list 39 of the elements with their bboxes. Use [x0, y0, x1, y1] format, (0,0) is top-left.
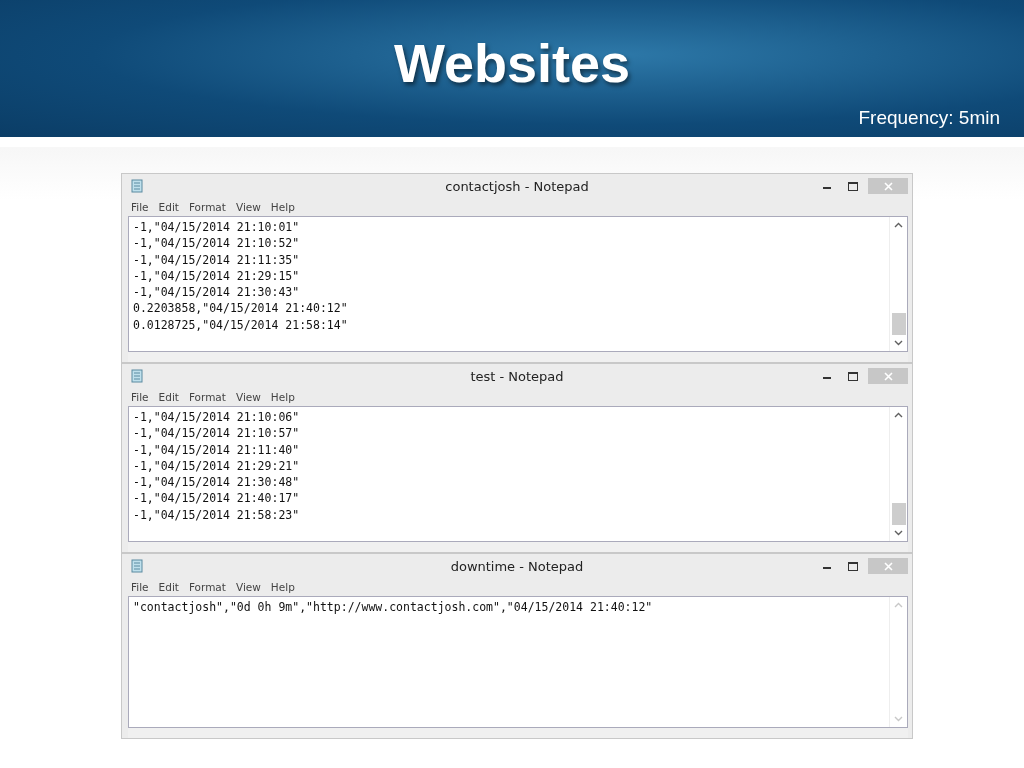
horizontal-scrollbar[interactable]: [128, 728, 908, 738]
window-title: test - Notepad: [470, 368, 564, 384]
vertical-scrollbar[interactable]: [889, 407, 907, 541]
menu-item[interactable]: File: [126, 581, 154, 593]
menu-item[interactable]: Help: [265, 391, 300, 403]
menu-item[interactable]: Format: [183, 201, 231, 213]
notepad-icon: [130, 559, 144, 573]
menu-item[interactable]: View: [230, 201, 266, 213]
menu-item[interactable]: View: [230, 391, 266, 403]
menu-item[interactable]: Format: [183, 581, 231, 593]
scroll-thumb[interactable]: [891, 503, 906, 525]
menu-item[interactable]: File: [126, 201, 154, 213]
maximize-icon: [848, 181, 858, 191]
menu-item[interactable]: File: [126, 391, 154, 403]
maximize-icon: [848, 561, 858, 571]
maximize-icon: [848, 371, 858, 381]
text-content: -1,"04/15/2014 21:10:06" -1,"04/15/2014 21:10:57" -1,"04/15/2014 21:11:40" -1,"04/15/2014 21:29:21" -1,"04/15/2014 21:30:48" -1,"04/15/2014 21:40:17" -1,"04/15/2014 21:58:23": [132, 409, 301, 524]
text-content: "contactjosh","0d 0h 9m","http://www.contactjosh.com","04/15/2014 21:40:12": [132, 599, 654, 616]
window-title: contactjosh - Notepad: [445, 178, 589, 194]
horizontal-scrollbar[interactable]: [128, 542, 908, 552]
window-title: downtime - Notepad: [450, 558, 584, 574]
menu-item[interactable]: Format: [183, 391, 231, 403]
text-content: -1,"04/15/2014 21:10:01" -1,"04/15/2014 21:10:52" -1,"04/15/2014 21:11:35" -1,"04/15/2014 21:29:15" -1,"04/15/2014 21:30:43" 0.2203858,"04/15/2014 21:40:12" 0.0128725,"04/15/2014 21:58:14": [132, 219, 349, 334]
horizontal-scrollbar[interactable]: [128, 352, 908, 362]
vertical-scrollbar[interactable]: [889, 217, 907, 351]
close-icon: [883, 561, 893, 571]
scroll-thumb[interactable]: [891, 313, 906, 335]
menu-item[interactable]: Edit: [153, 581, 184, 593]
close-icon: [883, 371, 893, 381]
menu-item[interactable]: Edit: [153, 201, 184, 213]
close-icon: [883, 181, 893, 191]
notepad-icon: [130, 369, 144, 383]
menu-item[interactable]: Edit: [153, 391, 184, 403]
menu-item[interactable]: Help: [265, 581, 300, 593]
menu-item[interactable]: View: [230, 581, 266, 593]
notepad-icon: [130, 179, 144, 193]
frequency-label: Frequency: 5min: [858, 107, 1000, 129]
menu-item[interactable]: Help: [265, 201, 300, 213]
slide-title: Websites: [393, 36, 631, 90]
